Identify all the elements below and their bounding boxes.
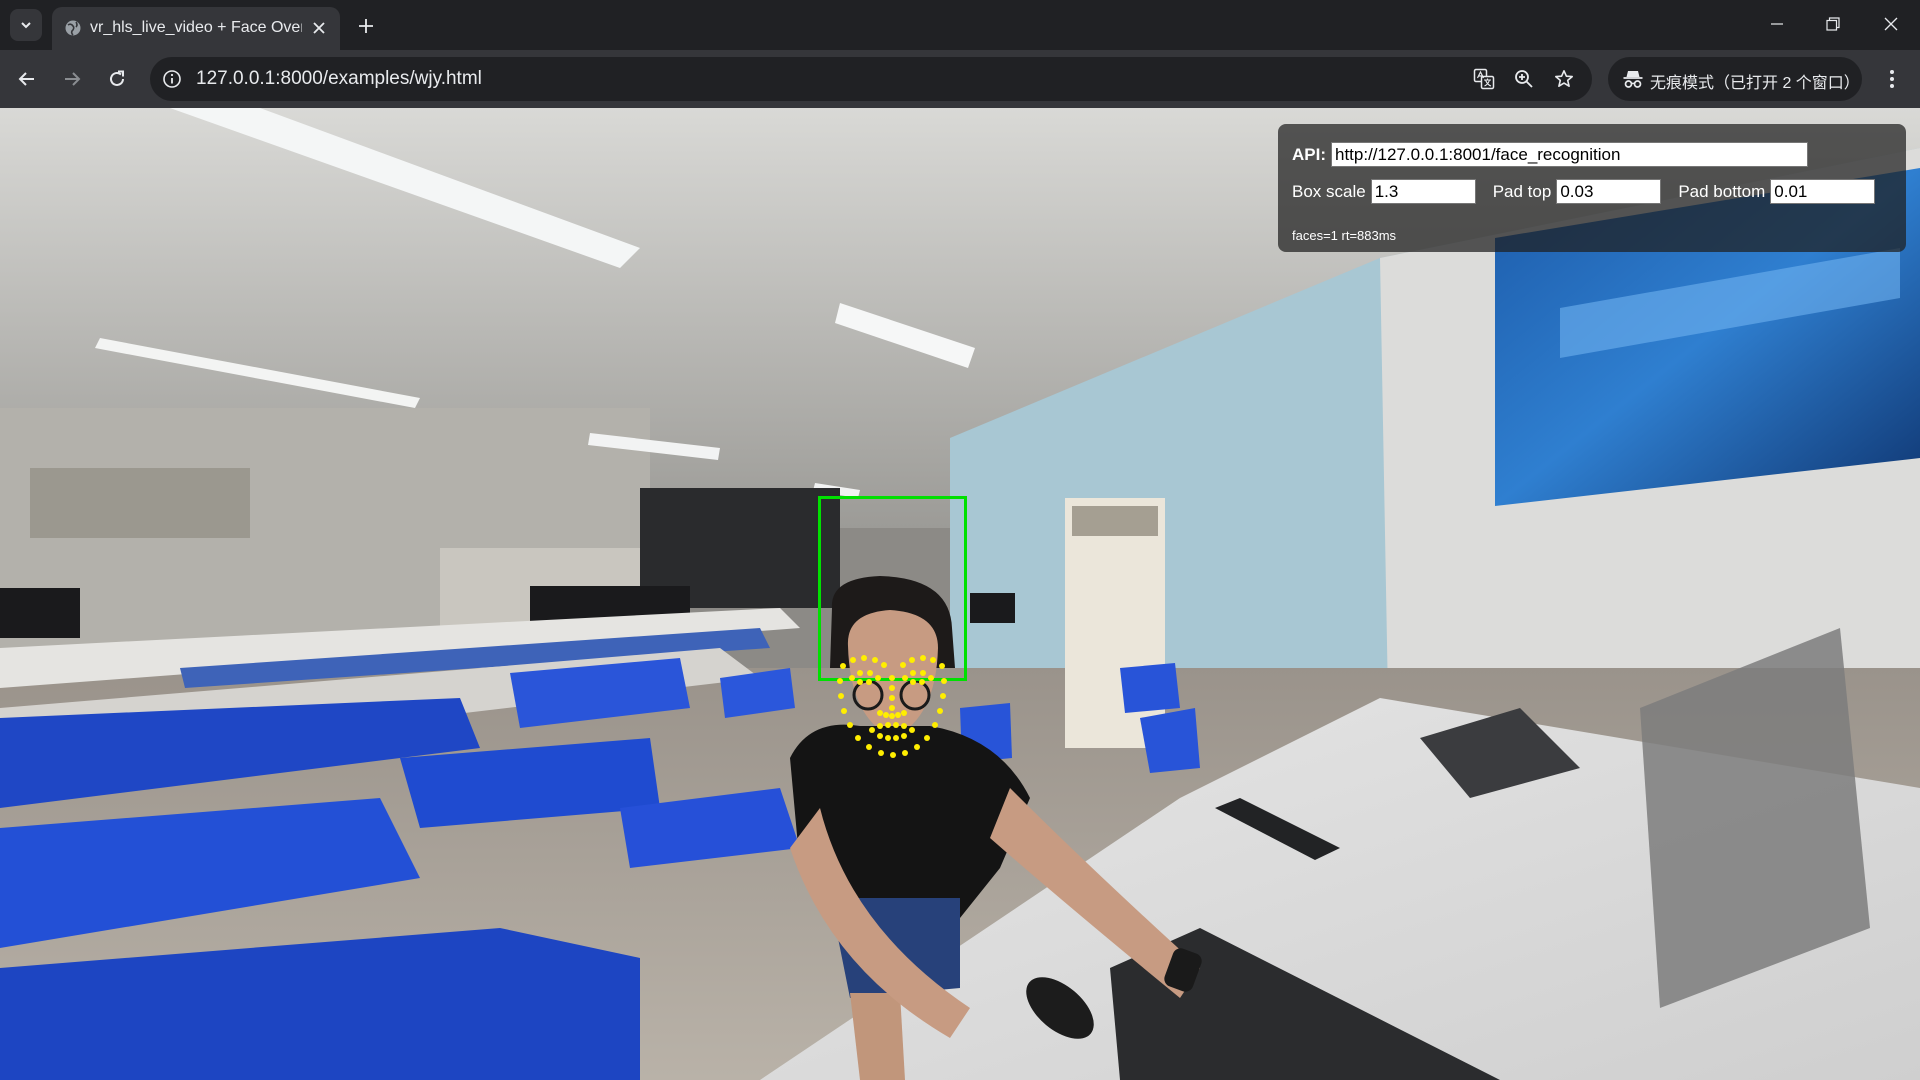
- translate-icon: [1473, 68, 1495, 90]
- api-label: API:: [1292, 144, 1326, 164]
- pad-top-input[interactable]: [1556, 179, 1662, 204]
- bookmark-button[interactable]: [1552, 67, 1576, 91]
- zoom-button[interactable]: [1512, 67, 1536, 91]
- minimize-button[interactable]: [1754, 6, 1800, 42]
- restore-button[interactable]: [1810, 6, 1856, 42]
- box-scale-label: Box scale: [1292, 181, 1366, 201]
- incognito-indicator[interactable]: 无痕模式（已打开 2 个窗口）: [1608, 57, 1862, 101]
- plus-icon: [359, 19, 373, 33]
- monitor: [970, 593, 1015, 623]
- reload-icon: [110, 70, 124, 86]
- more-vertical-icon: [1890, 70, 1894, 88]
- info-icon[interactable]: [162, 69, 182, 89]
- box-scale-input[interactable]: [1370, 179, 1476, 204]
- face-overlay-control-panel: API: Box scale Pad top Pad bottom faces=…: [1278, 124, 1906, 252]
- tab-close-button[interactable]: [308, 17, 330, 39]
- incognito-icon: [1623, 71, 1643, 88]
- forward-button[interactable]: [56, 63, 88, 95]
- star-icon: [1555, 70, 1573, 87]
- reload-button[interactable]: [101, 63, 133, 95]
- minimize-icon: [1771, 23, 1783, 25]
- url-text[interactable]: 127.0.0.1:8000/examples/wjy.html: [196, 68, 482, 90]
- arrow-left-icon: [18, 72, 34, 86]
- chair: [1140, 708, 1200, 773]
- new-tab-button[interactable]: [352, 12, 380, 40]
- chair: [1120, 663, 1180, 713]
- api-url-input[interactable]: [1331, 142, 1808, 167]
- pad-top-label: Pad top: [1492, 181, 1552, 201]
- globe-icon: [65, 20, 81, 36]
- incognito-label: 无痕模式（已打开 2 个窗口）: [1650, 75, 1860, 92]
- tab-strip: vr_hls_live_video + Face Over: [0, 0, 1920, 50]
- tab-title: vr_hls_live_video + Face Over: [90, 19, 302, 36]
- params-row: Box scale Pad top Pad bottom: [1292, 179, 1876, 204]
- browser-menu-button[interactable]: [1878, 62, 1906, 96]
- page-viewport: API: Box scale Pad top Pad bottom faces=…: [0, 108, 1920, 1080]
- face-detection-box: [818, 496, 967, 681]
- pad-bottom-input[interactable]: [1770, 179, 1876, 204]
- active-tab[interactable]: vr_hls_live_video + Face Over: [52, 7, 340, 50]
- pad-bottom-label: Pad bottom: [1678, 181, 1766, 201]
- tab-search-button[interactable]: [10, 9, 42, 41]
- chevron-down-icon: [21, 22, 31, 29]
- api-row: API:: [1292, 142, 1808, 167]
- monitor: [0, 588, 80, 638]
- close-window-button[interactable]: [1868, 6, 1914, 42]
- wall-sign: [30, 468, 250, 538]
- zoom-icon: [1515, 70, 1533, 88]
- close-icon: [313, 22, 325, 34]
- translate-button[interactable]: [1472, 67, 1496, 91]
- close-icon: [1884, 17, 1898, 31]
- restore-icon: [1826, 17, 1840, 31]
- arrow-right-icon: [65, 72, 81, 86]
- browser-toolbar: 127.0.0.1:8000/examples/wjy.html 无痕模式（已打…: [0, 50, 1920, 108]
- detection-status: faces=1 rt=883ms: [1292, 228, 1397, 243]
- back-button[interactable]: [11, 63, 43, 95]
- address-bar[interactable]: 127.0.0.1:8000/examples/wjy.html: [150, 57, 1592, 101]
